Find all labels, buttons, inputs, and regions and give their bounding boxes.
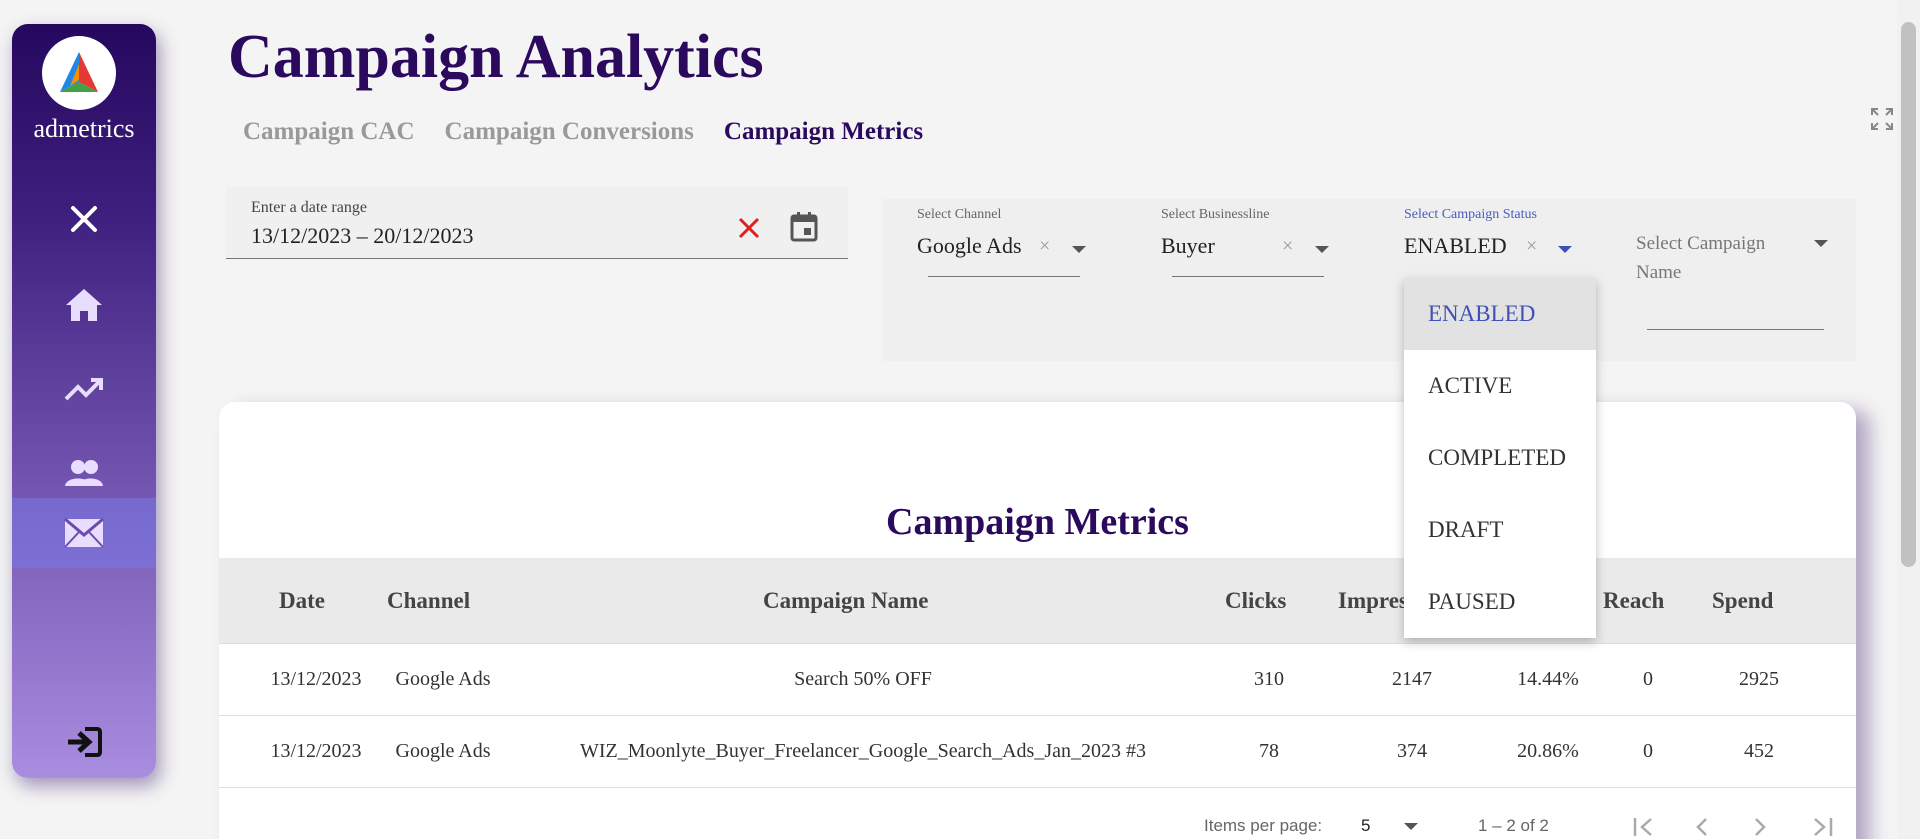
fullscreen-icon: [1871, 108, 1893, 130]
tab-bar: Campaign CAC Campaign Conversions Campai…: [243, 118, 923, 146]
cell-campaign-name: WIZ_Moonlyte_Buyer_Freelancer_Google_Sea…: [580, 740, 1146, 762]
close-menu-button[interactable]: [12, 184, 156, 254]
page-size-select[interactable]: 5: [1361, 816, 1370, 836]
cell-impressions: 2147: [1392, 668, 1432, 690]
cell-channel: Google Ads: [395, 668, 491, 690]
first-page-icon[interactable]: [1631, 816, 1657, 838]
status-option-paused[interactable]: PAUSED: [1404, 566, 1596, 638]
logout-button[interactable]: [12, 707, 156, 777]
last-page-icon[interactable]: [1809, 816, 1835, 838]
channel-underline: [928, 276, 1080, 277]
scrollbar-thumb[interactable]: [1901, 22, 1916, 567]
brand-name: admetrics: [33, 114, 135, 143]
cell-clicks: 310: [1254, 668, 1284, 690]
businessline-clear-button[interactable]: ×: [1282, 235, 1293, 258]
channel-select[interactable]: Select Channel Google Ads: [917, 207, 1087, 259]
campaign-name-select[interactable]: Select Campaign Name: [1636, 229, 1836, 287]
campaign-name-dropdown-arrow-icon[interactable]: [1814, 240, 1828, 247]
calendar-button[interactable]: [789, 211, 819, 248]
table-row: 13/12/2023 Google Ads Search 50% OFF 310…: [219, 644, 1856, 716]
logout-icon: [68, 727, 102, 757]
businessline-underline: [1172, 276, 1324, 277]
col-impressions[interactable]: Impres: [1338, 588, 1408, 614]
businessline-dropdown-arrow-icon[interactable]: [1315, 246, 1329, 253]
items-per-page-label: Items per page:: [1204, 816, 1323, 835]
tab-campaign-metrics[interactable]: Campaign Metrics: [724, 118, 923, 146]
channel-clear-button[interactable]: ×: [1039, 235, 1050, 258]
col-spend[interactable]: Spend: [1712, 588, 1773, 614]
calendar-icon: [790, 212, 818, 242]
status-option-completed[interactable]: COMPLETED: [1404, 422, 1596, 494]
filter-panel: Select Channel Google Ads × Select Busin…: [882, 199, 1856, 361]
trending-up-icon: [64, 378, 103, 401]
col-channel[interactable]: Channel: [387, 588, 470, 614]
status-option-draft[interactable]: DRAFT: [1404, 494, 1596, 566]
tab-campaign-conversions[interactable]: Campaign Conversions: [445, 118, 694, 146]
cell-ctr: 14.44%: [1517, 668, 1579, 690]
cell-spend: 452: [1744, 740, 1774, 762]
nav-mail[interactable]: [12, 498, 156, 568]
close-icon: [71, 206, 97, 232]
tab-campaign-cac[interactable]: Campaign CAC: [243, 118, 415, 146]
campaign-name-underline: [1647, 329, 1824, 330]
logo-icon: [60, 52, 98, 92]
users-icon: [65, 460, 103, 486]
col-clicks[interactable]: Clicks: [1225, 588, 1286, 614]
fullscreen-button[interactable]: [1870, 107, 1894, 136]
campaign-status-clear-button[interactable]: ×: [1526, 235, 1537, 258]
channel-select-label: Select Channel: [917, 207, 1002, 222]
page-title: Campaign Analytics: [228, 23, 764, 91]
cell-date: 13/12/2023: [270, 668, 362, 690]
businessline-select[interactable]: Select Businessline Buyer: [1161, 207, 1331, 259]
date-range-label: Enter a date range: [251, 199, 367, 216]
campaign-status-dropdown-arrow-icon[interactable]: [1558, 246, 1572, 253]
table-row: 13/12/2023 Google Ads WIZ_Moonlyte_Buyer…: [219, 716, 1856, 788]
cell-date: 13/12/2023: [270, 740, 362, 762]
campaign-status-select-label: Select Campaign Status: [1404, 207, 1537, 222]
home-icon: [66, 289, 102, 321]
status-option-active[interactable]: ACTIVE: [1404, 350, 1596, 422]
channel-select-value: Google Ads: [917, 233, 1022, 258]
page-size-arrow-icon[interactable]: [1404, 823, 1418, 830]
cell-impressions: 374: [1397, 740, 1427, 762]
nav-home[interactable]: [12, 270, 156, 340]
col-reach[interactable]: Reach: [1603, 588, 1664, 614]
date-range-field[interactable]: Enter a date range 13/12/2023 – 20/12/20…: [226, 187, 848, 259]
logo: [42, 36, 116, 110]
next-page-icon[interactable]: [1749, 816, 1771, 838]
page-scrollbar[interactable]: [1897, 0, 1920, 839]
cell-ctr: 20.86%: [1517, 740, 1579, 762]
campaign-name-placeholder: Select Campaign Name: [1636, 233, 1766, 283]
campaign-status-options: ENABLED ACTIVE COMPLETED DRAFT PAUSED: [1404, 278, 1596, 638]
clear-icon: [738, 217, 760, 239]
sidebar: admetrics: [12, 24, 156, 778]
businessline-select-value: Buyer: [1161, 233, 1215, 258]
page-range-label: 1 – 2 of 2: [1478, 816, 1549, 835]
channel-dropdown-arrow-icon[interactable]: [1072, 246, 1086, 253]
card-title: Campaign Metrics: [886, 501, 1189, 543]
status-option-enabled[interactable]: ENABLED: [1404, 278, 1596, 350]
table-header: Date Channel Campaign Name Clicks Impres…: [219, 558, 1856, 644]
nav-analytics[interactable]: [12, 354, 156, 424]
campaign-metrics-card: Campaign Metrics Date Channel Campaign N…: [219, 402, 1856, 839]
cell-channel: Google Ads: [395, 740, 491, 762]
previous-page-icon[interactable]: [1691, 816, 1713, 838]
col-date[interactable]: Date: [279, 588, 325, 614]
cell-reach: 0: [1643, 668, 1653, 690]
date-range-value[interactable]: 13/12/2023 – 20/12/2023: [251, 223, 473, 249]
cell-spend: 2925: [1739, 668, 1779, 690]
mail-icon: [64, 517, 104, 548]
cell-clicks: 78: [1259, 740, 1279, 762]
clear-date-button[interactable]: [736, 215, 762, 246]
col-campaign-name[interactable]: Campaign Name: [763, 588, 928, 614]
cell-campaign-name: Search 50% OFF: [794, 668, 932, 690]
businessline-select-label: Select Businessline: [1161, 207, 1270, 222]
cell-reach: 0: [1643, 740, 1653, 762]
